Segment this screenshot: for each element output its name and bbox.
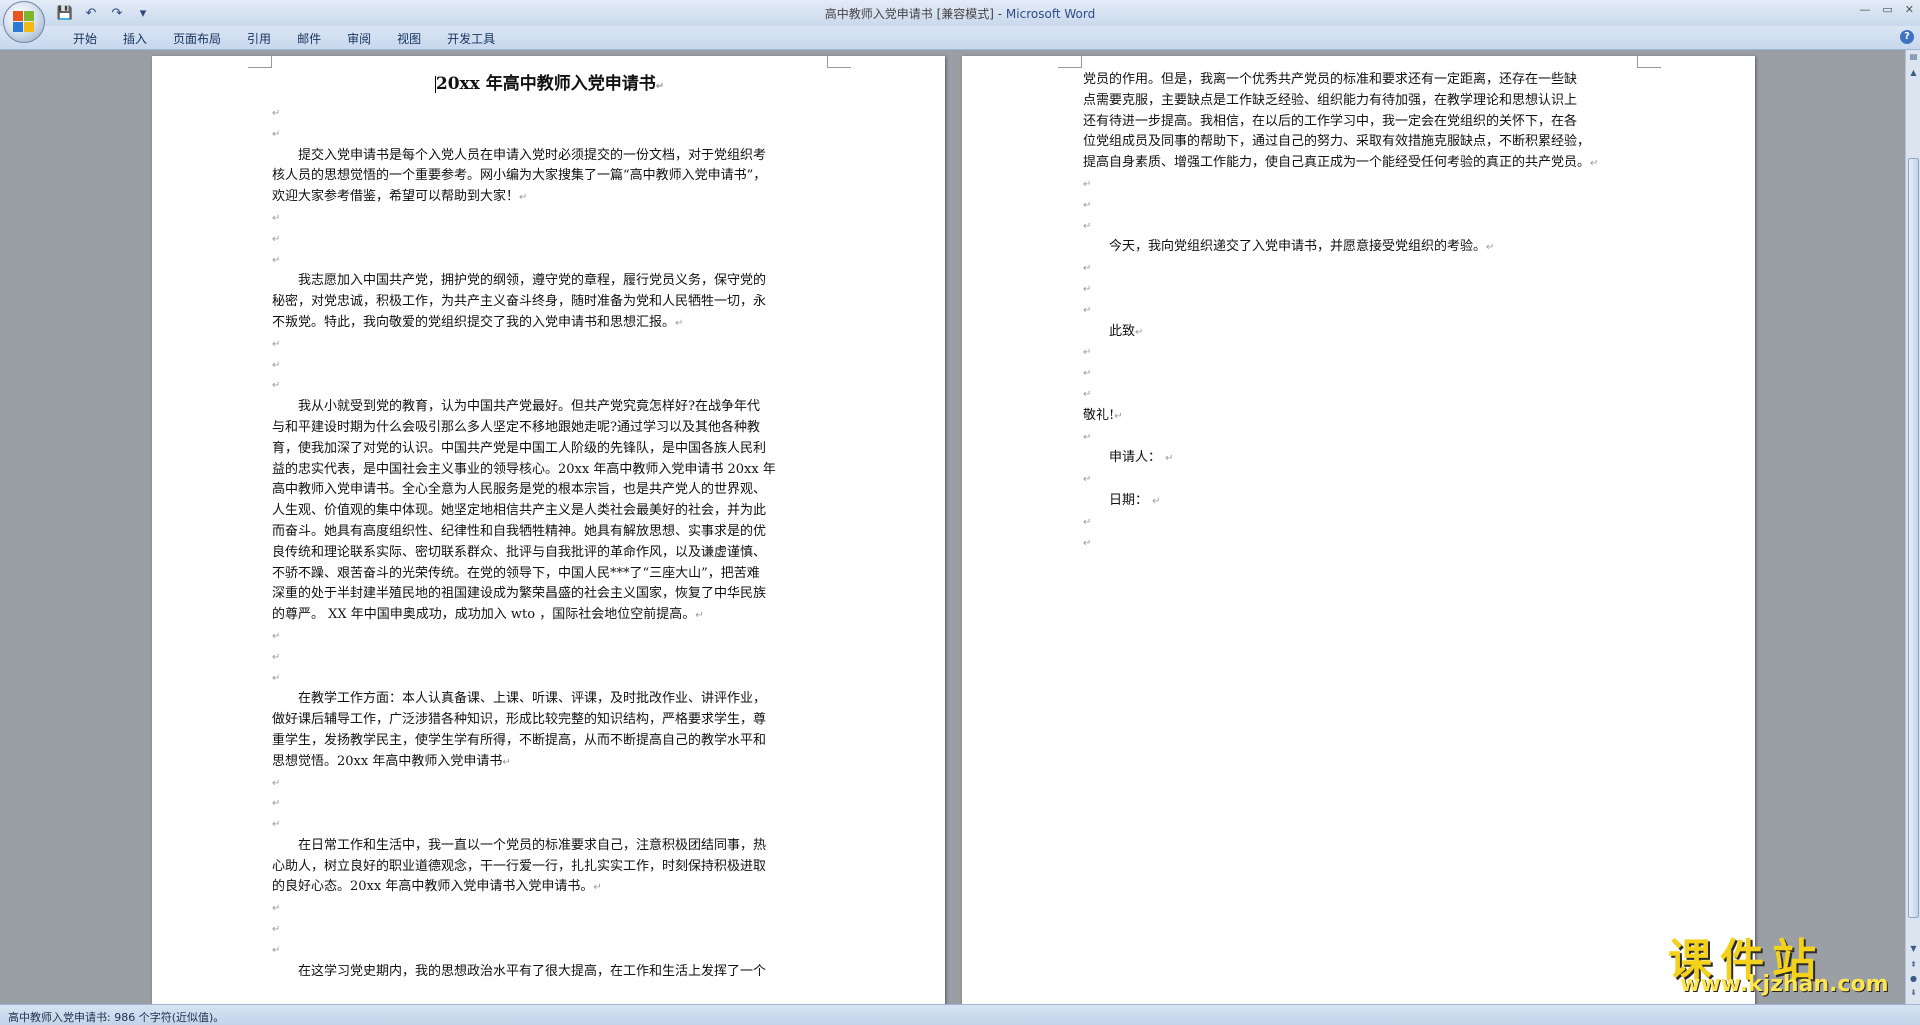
empty-paragraph: ↵ — [272, 798, 281, 810]
document-name: 高中教师入党申请书 [兼容模式] - — [824, 7, 1006, 21]
paragraph-daily-work: 在日常工作和生活中，我一直以一个党员的标准要求自己，注意积极团结同事，热 心助人… — [272, 837, 767, 895]
tab-review[interactable]: 审阅 — [334, 30, 384, 47]
ruler-toggle-icon[interactable]: ▤ — [1907, 50, 1920, 64]
tab-mailings[interactable]: 邮件 — [284, 30, 334, 47]
empty-paragraph: ↵ — [1083, 178, 1092, 190]
window-title: 高中教师入党申请书 [兼容模式] - Microsoft Word — [0, 5, 1920, 22]
vertical-scrollbar[interactable]: ▤ ▲ ▼ ⇞ ● ⇟ — [1905, 50, 1920, 1004]
empty-paragraph: ↵ — [272, 819, 281, 831]
empty-paragraph: ↵ — [1083, 283, 1092, 295]
paragraph-continuation: 党员的作用。但是，我离一个优秀共产党员的标准和要求还有一定距离，还存在一些缺 点… — [1083, 72, 1599, 171]
empty-paragraph: ↵ — [272, 338, 281, 350]
empty-paragraph: ↵ — [272, 903, 281, 915]
help-icon[interactable]: ? — [1900, 30, 1914, 44]
minimize-button[interactable]: — — [1859, 3, 1870, 16]
empty-paragraph: ↵ — [272, 651, 281, 663]
empty-paragraph: ↵ — [1083, 431, 1092, 443]
document-area[interactable]: 20xx 年高中教师入党申请书↵ ↵ ↵ 提交入党申请书是每个入党人员在申请入党… — [0, 50, 1905, 1004]
empty-paragraph: ↵ — [272, 359, 281, 371]
empty-paragraph: ↵ — [272, 233, 281, 245]
margin-mark-top-left — [1058, 56, 1082, 68]
empty-paragraph: ↵ — [272, 777, 281, 789]
empty-paragraph: ↵ — [272, 924, 281, 936]
empty-paragraph: ↵ — [1083, 263, 1092, 275]
tab-home[interactable]: 开始 — [60, 30, 110, 47]
paragraph-teaching: 在教学工作方面：本人认真备课、上课、听课、评课，及时批改作业、讲评作业， 做好课… — [272, 691, 767, 769]
empty-paragraph: ↵ — [1083, 220, 1092, 232]
app-name: Microsoft Word — [1005, 7, 1096, 21]
empty-paragraph: ↵ — [1083, 304, 1092, 316]
site-watermark: 课件站 www.kjzhan.com — [1664, 924, 1914, 1004]
empty-paragraph: ↵ — [1083, 388, 1092, 400]
empty-paragraph: ↵ — [1083, 474, 1092, 486]
document-page-1[interactable]: 20xx 年高中教师入党申请书↵ ↵ ↵ 提交入党申请书是每个入党人员在申请入党… — [152, 56, 945, 1004]
close-button[interactable]: ✕ — [1905, 3, 1914, 16]
page-2-content[interactable]: 党员的作用。但是，我离一个优秀共产党员的标准和要求还有一定距离，还存在一些缺 点… — [1083, 70, 1638, 554]
paragraph-pledge: 我志愿加入中国共产党，拥护党的纲领，遵守党的章程，履行党员义务，保守党的 秘密，… — [272, 273, 767, 330]
empty-paragraph: ↵ — [272, 128, 281, 140]
date-line: 日期： ↵ — [1109, 492, 1161, 508]
ribbon-tab-bar: 开始 插入 页面布局 引用 邮件 审阅 视图 开发工具 ? — [0, 26, 1920, 50]
document-title: 20xx 年高中教师入党申请书↵ — [434, 74, 665, 94]
empty-paragraph: ↵ — [272, 254, 281, 266]
window-controls: — ▭ ✕ — [1859, 3, 1914, 16]
empty-paragraph: ↵ — [1083, 537, 1092, 549]
page-1-content[interactable]: 20xx 年高中教师入党申请书↵ ↵ ↵ 提交入党申请书是每个入党人员在申请入党… — [272, 69, 827, 982]
margin-mark-top-left — [248, 56, 272, 68]
empty-paragraph: ↵ — [272, 630, 281, 642]
paragraph-understanding: 我从小就受到党的教育，认为中国共产党最好。但共产党究竟怎样好?在战争年代 与和平… — [272, 399, 776, 623]
salutation-cizhi: 此致↵ — [1109, 323, 1144, 339]
empty-paragraph: ↵ — [272, 672, 281, 684]
document-page-2[interactable]: 党员的作用。但是，我离一个优秀共产党员的标准和要求还有一定距离，还存在一些缺 点… — [962, 56, 1755, 1004]
empty-paragraph: ↵ — [272, 108, 281, 119]
status-bar: 高中教师入党申请书: 986 个字符(近似值)。 — [0, 1004, 1920, 1025]
tab-page-layout[interactable]: 页面布局 — [160, 30, 234, 47]
margin-mark-top-right — [827, 56, 851, 68]
paragraph-submit: 今天，我向党组织递交了入党申请书，并愿意接受党组织的考验。↵ — [1109, 239, 1495, 255]
paragraph-intro: 提交入党申请书是每个入党人员在申请入党时必须提交的一份文档，对于党组织考 核人员… — [272, 147, 767, 205]
office-button[interactable] — [3, 1, 45, 43]
word-count-status[interactable]: 高中教师入党申请书: 986 个字符(近似值)。 — [8, 1009, 224, 1025]
tab-references[interactable]: 引用 — [234, 30, 284, 47]
title-bar: 💾 ↶ ↷ ▾ 高中教师入党申请书 [兼容模式] - Microsoft Wor… — [0, 0, 1920, 26]
office-logo-icon — [13, 11, 35, 33]
salutation-jingli: 敬礼!↵ — [1083, 407, 1123, 423]
empty-paragraph: ↵ — [1083, 516, 1092, 528]
tab-developer[interactable]: 开发工具 — [434, 30, 508, 47]
tab-insert[interactable]: 插入 — [110, 30, 160, 47]
scroll-up-arrow-icon[interactable]: ▲ — [1907, 66, 1920, 80]
scrollbar-thumb[interactable] — [1908, 158, 1919, 918]
empty-paragraph: ↵ — [1083, 347, 1092, 359]
empty-paragraph: ↵ — [272, 212, 281, 224]
paragraph-study: 在这学习党史期内，我的思想政治水平有了很大提高，在工作和生活上发挥了一个 — [298, 963, 767, 979]
empty-paragraph: ↵ — [272, 380, 281, 392]
empty-paragraph: ↵ — [272, 944, 281, 956]
margin-mark-top-right — [1637, 56, 1661, 68]
applicant-line: 申请人： ↵ — [1109, 450, 1174, 466]
empty-paragraph: ↵ — [1083, 368, 1092, 380]
watermark-url: www.kjzhan.com — [1680, 972, 1889, 997]
empty-paragraph: ↵ — [1083, 199, 1092, 211]
tab-view[interactable]: 视图 — [384, 30, 434, 47]
maximize-button[interactable]: ▭ — [1882, 3, 1892, 16]
